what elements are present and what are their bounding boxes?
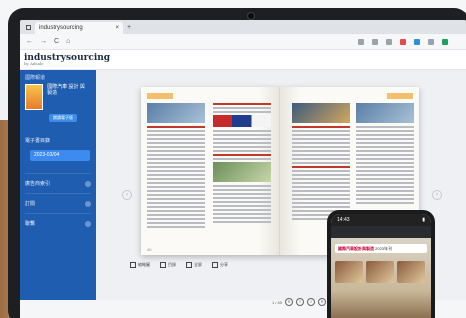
cover-photo	[366, 261, 394, 283]
page-navigator: 1 / 40 « ‹ › »	[272, 298, 327, 306]
back-arrow-icon[interactable]: ←	[26, 38, 33, 45]
phone-status-bar: 14:43 ▮	[331, 214, 431, 226]
contents-tool[interactable]: 目錄	[160, 262, 176, 268]
expand-icon[interactable]	[85, 220, 91, 227]
address-bar: ← → C ⌂	[20, 34, 466, 50]
next-page-arrow-icon[interactable]: ›	[432, 190, 442, 200]
magazine-title: 國際汽車 設計 與 製造	[47, 84, 85, 96]
sidebar-list: 廣告商索引 訂閱 聯繫	[20, 173, 96, 233]
browser-tab[interactable]: industrysourcing ×	[35, 22, 123, 34]
extension-red-icon[interactable]	[400, 38, 406, 45]
url-field[interactable]	[77, 37, 351, 47]
phone-cover-images	[335, 261, 427, 283]
collections-icon[interactable]	[386, 38, 392, 45]
sidebar-item-label: 聯繫	[25, 221, 36, 227]
flags-photo	[213, 115, 271, 127]
cover-photo	[397, 261, 425, 283]
left-page-column-2	[213, 103, 271, 225]
webcam	[247, 12, 255, 20]
expand-icon[interactable]	[85, 200, 91, 207]
window-icon	[26, 24, 31, 30]
sidebar-section-header[interactable]: 電子書目錄	[25, 134, 91, 146]
browser-tabbar: industrysourcing × +	[20, 20, 466, 34]
right-page-column-1	[292, 103, 350, 222]
left-page-column-1	[147, 103, 205, 230]
favorite-icon[interactable]	[358, 38, 364, 45]
phone-nav-bar	[331, 226, 431, 238]
new-tab-button[interactable]: +	[127, 24, 131, 31]
sidebar-magazine: 國際報道 國際汽車 設計 與 製造 閱讀電子版	[20, 70, 96, 126]
sidebar-item-contact[interactable]: 聯繫	[25, 213, 91, 233]
tool-label: 全屏	[194, 262, 202, 267]
reading-icon[interactable]	[372, 38, 378, 45]
article-photo	[147, 103, 205, 123]
phone-banner-title: 國際汽車設計與製造	[338, 246, 374, 251]
next-page-icon[interactable]: ›	[307, 298, 316, 306]
right-page-header	[387, 93, 413, 99]
close-tab-icon[interactable]: ×	[115, 25, 119, 31]
sidebar-item-advertisers[interactable]: 廣告商索引	[25, 173, 91, 193]
article-photo	[213, 162, 271, 182]
phone-screen: 14:43 ▮ 國際汽車設計與製造 2023年刊	[331, 214, 431, 318]
share-tool[interactable]: 分享	[212, 262, 228, 268]
magazine-cover-thumbnail[interactable]	[25, 84, 44, 110]
page-indicator: 1 / 40	[272, 299, 283, 305]
sidebar: 國際報道 國際汽車 設計 與 製造 閱讀電子版 電子書目錄 2023-03/04…	[20, 70, 96, 300]
expand-icon[interactable]	[85, 180, 91, 187]
battery-icon: ▮	[422, 217, 425, 223]
viewer-toolbar: 縮略圖 目錄 全屏 分享	[130, 262, 228, 268]
reload-icon[interactable]: C	[54, 38, 59, 45]
profile-icon[interactable]	[428, 38, 434, 45]
phone-cover-banner: 國際汽車設計與製造 2023年刊	[335, 244, 427, 253]
left-page[interactable]: 40	[141, 87, 280, 255]
sidebar-section-label: 電子書目錄	[25, 137, 51, 144]
last-page-icon[interactable]: »	[318, 298, 327, 306]
read-ebook-button[interactable]: 閱讀電子版	[49, 114, 77, 122]
phone-time: 14:43	[337, 217, 350, 223]
prev-page-icon[interactable]: ‹	[296, 298, 305, 306]
left-page-header	[147, 93, 173, 99]
extension-blue-icon[interactable]	[414, 38, 420, 45]
phone-banner-subtitle: 2023年刊	[375, 246, 393, 251]
share-icon	[212, 262, 218, 268]
site-logo[interactable]: industrysourcing by Adsale	[24, 53, 110, 66]
tab-title: industrysourcing	[39, 25, 83, 31]
tool-label: 縮略圖	[138, 262, 150, 267]
phone-magazine-cover[interactable]: 國際汽車設計與製造 2023年刊	[331, 238, 431, 318]
magazine-cover-block: 國際汽車 設計 與 製造	[25, 84, 91, 110]
site-header: industrysourcing by Adsale	[20, 50, 466, 70]
thumbnails-tool[interactable]: 縮略圖	[130, 262, 150, 268]
tool-label: 分享	[220, 262, 228, 267]
right-page-column-2	[356, 103, 414, 206]
list-icon	[160, 262, 166, 268]
left-page-number: 40	[147, 247, 152, 252]
grid-icon	[130, 262, 136, 268]
scene: industrysourcing × + ← → C ⌂ industrysou…	[0, 0, 466, 318]
first-page-icon[interactable]: «	[285, 298, 294, 306]
home-icon[interactable]: ⌂	[66, 38, 70, 45]
sidebar-item-label: 廣告商索引	[25, 181, 51, 187]
forward-arrow-icon[interactable]: →	[40, 38, 47, 45]
article-photo	[356, 103, 414, 123]
fullscreen-tool[interactable]: 全屏	[186, 262, 202, 268]
smartphone: 14:43 ▮ 國際汽車設計與製造 2023年刊	[327, 210, 435, 318]
prev-page-arrow-icon[interactable]: ‹	[122, 190, 132, 200]
sidebar-item-label: 訂閱	[25, 201, 36, 207]
fullscreen-icon	[186, 262, 192, 268]
article-photo	[292, 103, 350, 123]
sidebar-item-subscribe[interactable]: 訂閱	[25, 193, 91, 213]
extension-green-icon[interactable]	[442, 38, 448, 45]
tool-label: 目錄	[168, 262, 176, 267]
sidebar-item-active-issue[interactable]: 2023-03/04	[30, 150, 90, 161]
browser-extensions	[358, 38, 448, 45]
cover-photo	[335, 261, 363, 283]
sidebar-section: 電子書目錄	[20, 134, 96, 146]
sidebar-category: 國際報道	[25, 75, 46, 81]
